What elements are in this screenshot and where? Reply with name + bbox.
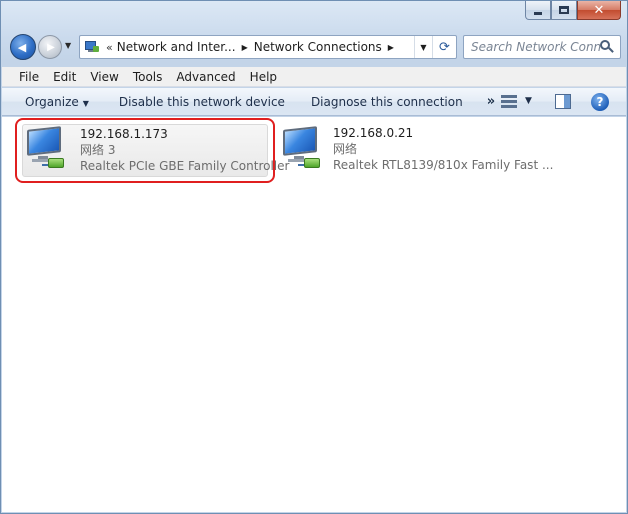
connection-item[interactable]: 192.168.0.21 网络 Realtek RTL8139/810x Fam… — [278, 122, 553, 180]
network-adapter-icon — [280, 126, 326, 172]
navigation-bar: ◀ ▶ ▼ « Network and Inter... ▶ Network C… — [7, 31, 621, 63]
view-options-dropdown[interactable]: ▼ — [525, 96, 532, 106]
address-history-dropdown[interactable]: ▼ — [414, 36, 432, 58]
connection-network: 网络 — [333, 142, 358, 156]
connection-item[interactable]: 192.168.1.173 网络 3 Realtek PCIe GBE Fami… — [15, 118, 289, 183]
menu-tools[interactable]: Tools — [126, 70, 170, 84]
menu-file[interactable]: File — [12, 70, 46, 84]
minimize-icon — [534, 11, 542, 15]
connection-network: 网络 3 — [80, 143, 116, 157]
maximize-icon — [559, 6, 569, 14]
connection-details: 192.168.1.173 网络 3 Realtek PCIe GBE Fami… — [80, 126, 289, 174]
search-input[interactable]: Search Network Conn... — [471, 40, 601, 54]
search-icon — [600, 40, 614, 54]
connection-details: 192.168.0.21 网络 Realtek RTL8139/810x Fam… — [333, 125, 553, 173]
address-overflow-chevron[interactable]: « — [106, 41, 113, 54]
breadcrumb-separator-icon[interactable]: ▶ — [388, 43, 394, 52]
help-icon[interactable]: ? — [591, 93, 609, 111]
recent-pages-dropdown[interactable]: ▼ — [65, 41, 71, 50]
search-box[interactable]: Search Network Conn... — [463, 35, 621, 59]
change-view-icon[interactable] — [501, 95, 517, 109]
menu-help[interactable]: Help — [243, 70, 284, 84]
back-button[interactable]: ◀ — [10, 34, 36, 60]
organize-label: Organize — [25, 94, 79, 109]
minimize-button[interactable] — [525, 1, 551, 20]
network-adapter-icon — [24, 126, 70, 172]
chevron-down-icon: ▼ — [82, 98, 89, 108]
connection-device: Realtek RTL8139/810x Family Fast ... — [333, 158, 554, 172]
connections-list: 192.168.1.173 网络 3 Realtek PCIe GBE Fami… — [2, 117, 626, 512]
disable-device-button[interactable]: Disable this network device — [110, 95, 294, 109]
organize-button[interactable]: Organize ▼ — [16, 95, 98, 109]
breadcrumb-network-connections[interactable]: Network Connections — [254, 40, 382, 54]
forward-button[interactable]: ▶ — [38, 35, 62, 59]
connection-name: 192.168.1.173 — [80, 127, 168, 141]
preview-pane-icon[interactable] — [555, 94, 571, 109]
refresh-button[interactable]: ⟳ — [432, 36, 456, 58]
close-button[interactable]: ✕ — [577, 1, 621, 20]
caption-buttons: ✕ — [525, 1, 621, 21]
menu-view[interactable]: View — [83, 70, 125, 84]
breadcrumb-separator-icon[interactable]: ▶ — [242, 43, 248, 52]
menu-edit[interactable]: Edit — [46, 70, 83, 84]
close-icon: ✕ — [593, 2, 605, 18]
menu-bar: File Edit View Tools Advanced Help — [2, 67, 626, 87]
maximize-button[interactable] — [551, 1, 577, 20]
explorer-window: ✕ ◀ ▶ ▼ « Network and Inter... ▶ Network… — [0, 0, 628, 514]
forward-arrow-icon: ▶ — [47, 41, 55, 53]
refresh-icon: ⟳ — [439, 39, 450, 55]
address-bar[interactable]: « Network and Inter... ▶ Network Connect… — [79, 35, 457, 59]
command-bar: Organize ▼ Disable this network device Di… — [2, 88, 626, 116]
menu-advanced[interactable]: Advanced — [169, 70, 242, 84]
back-arrow-icon: ◀ — [17, 40, 27, 54]
breadcrumb-network-and-internet[interactable]: Network and Inter... — [117, 40, 236, 54]
diagnose-connection-button[interactable]: Diagnose this connection — [302, 95, 472, 109]
connection-device: Realtek PCIe GBE Family Controller — [80, 159, 290, 173]
connection-name: 192.168.0.21 — [333, 126, 414, 140]
network-connections-icon — [84, 39, 100, 55]
